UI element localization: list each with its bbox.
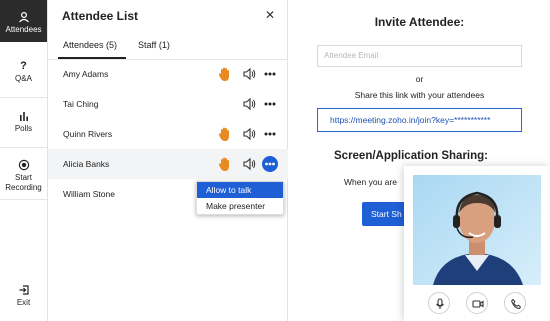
rail-label: Attendees	[5, 25, 42, 34]
or-label: or	[415, 74, 424, 84]
rail-item-polls[interactable]: Polls	[0, 110, 47, 133]
exit-button[interactable]: Exit	[0, 284, 47, 307]
rail-item-attendees[interactable]: Attendees	[0, 0, 47, 42]
video-camera-icon	[472, 300, 484, 308]
sidebar-rail: Attendees ? Q&A Polls Start Recording Ex…	[0, 0, 48, 321]
more-options-icon[interactable]	[262, 126, 278, 142]
make-presenter-menu-item[interactable]: Make presenter	[197, 198, 283, 214]
more-options-icon[interactable]	[262, 96, 278, 112]
rail-item-start-recording[interactable]: Start Recording	[0, 159, 47, 193]
attendee-panel: Attendee List ✕ Attendees (5) Staff (1) …	[48, 0, 288, 321]
more-options-icon[interactable]	[262, 66, 278, 82]
allow-to-talk-menu-item[interactable]: Allow to talk	[197, 182, 283, 198]
more-options-icon[interactable]	[262, 156, 278, 172]
speaker-icon[interactable]	[242, 97, 256, 111]
attendee-context-menu: Allow to talk Make presenter	[196, 181, 284, 215]
email-field[interactable]: Attendee Email	[317, 45, 522, 67]
invite-title: Invite Attendee:	[374, 15, 465, 29]
attendee-row[interactable]: Tai Ching	[48, 89, 288, 119]
tab-attendees[interactable]: Attendees (5)	[63, 40, 117, 50]
rail-item-qa[interactable]: ? Q&A	[0, 60, 47, 83]
attendee-name: Alicia Banks	[63, 159, 110, 169]
attendee-name: Tai Ching	[63, 99, 99, 109]
speaker-icon[interactable]	[242, 127, 256, 141]
phone-icon	[511, 298, 522, 310]
camera-button[interactable]	[466, 292, 488, 314]
rail-label: Start Recording	[5, 173, 42, 192]
screen-sharing-title: Screen/Application Sharing:	[334, 150, 488, 162]
video-tile	[404, 166, 550, 321]
exit-icon	[19, 285, 29, 295]
polls-icon	[19, 112, 28, 121]
attendees-icon	[18, 11, 29, 23]
screen-sharing-text: When you are	[344, 177, 397, 187]
attendee-row[interactable]: Amy Adams	[48, 59, 288, 89]
attendee-name: Quinn Rivers	[63, 129, 113, 139]
attendee-name: Amy Adams	[63, 69, 109, 79]
share-text: Share this link with your attendees	[354, 90, 485, 100]
presenter-video	[413, 175, 541, 285]
record-icon	[18, 159, 29, 171]
speaker-icon[interactable]	[242, 67, 256, 81]
call-button[interactable]	[504, 292, 526, 314]
rail-label: Q&A	[15, 74, 32, 83]
speaker-icon[interactable]	[242, 157, 256, 171]
microphone-icon	[436, 298, 444, 309]
invite-link[interactable]: https://meeting.zoho.in/join?key=*******…	[317, 108, 522, 132]
panel-title: Attendee List	[62, 9, 139, 23]
question-icon: ?	[20, 60, 27, 72]
attendee-row[interactable]: Alicia Banks	[48, 149, 288, 179]
raised-hand-icon[interactable]	[218, 156, 232, 172]
attendee-name: William Stone	[63, 189, 115, 199]
tab-staff[interactable]: Staff (1)	[138, 40, 170, 50]
rail-label: Polls	[14, 124, 33, 133]
attendee-row[interactable]: Quinn Rivers	[48, 119, 288, 149]
raised-hand-icon[interactable]	[218, 126, 232, 142]
microphone-button[interactable]	[428, 292, 450, 314]
close-icon[interactable]: ✕	[265, 8, 275, 22]
raised-hand-icon[interactable]	[218, 66, 232, 82]
rail-label: Exit	[16, 298, 31, 307]
